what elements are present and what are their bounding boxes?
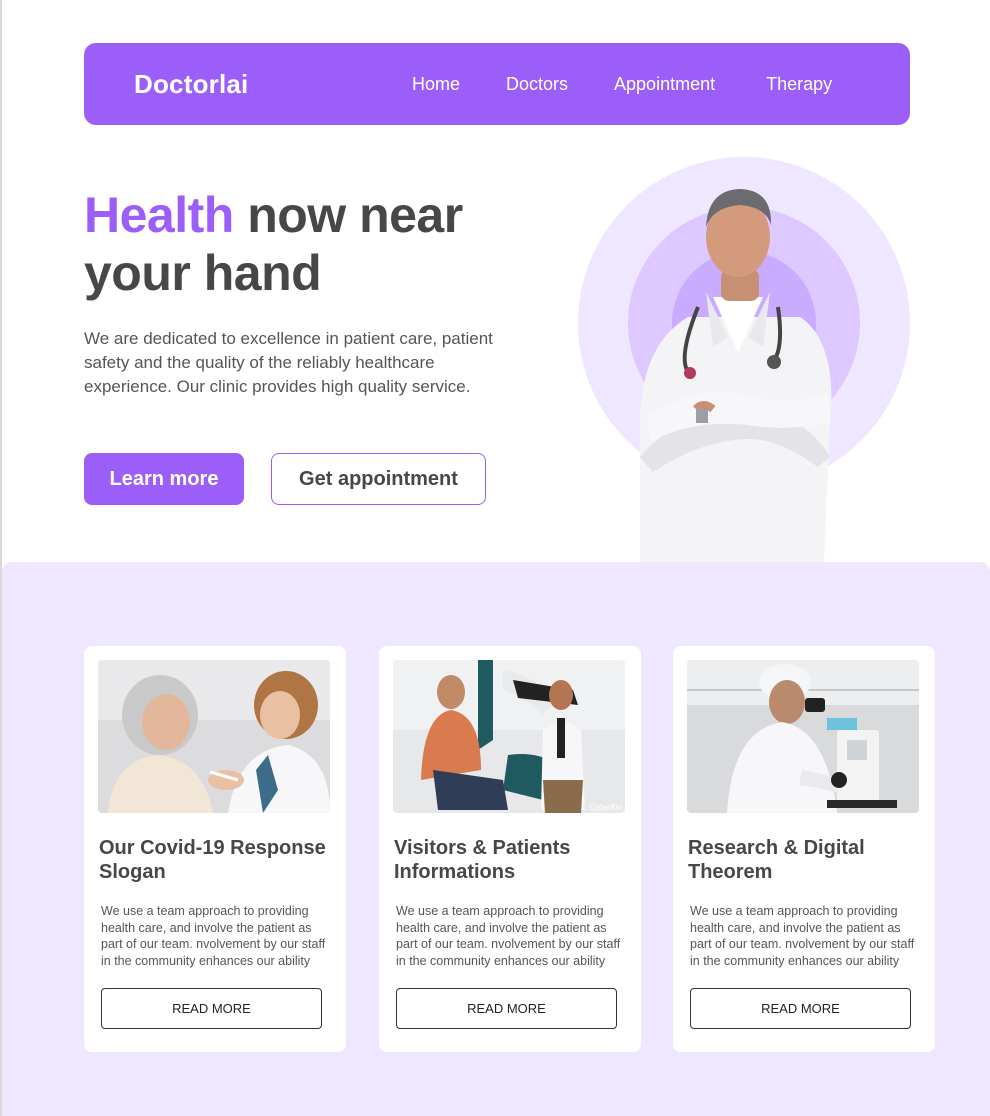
service-card-research: Research & Digital Theorem We use a team… <box>673 646 935 1052</box>
service-card-covid: Our Covid-19 Response Slogan We use a te… <box>84 646 346 1052</box>
nav-link-doctors[interactable]: Doctors <box>506 74 568 95</box>
image-watermark: CyberKni <box>589 803 622 812</box>
top-navbar: Doctorlai Home Doctors Appointment Thera… <box>84 43 910 125</box>
learn-more-button[interactable]: Learn more <box>84 453 244 505</box>
hero-title: Health now near your hand <box>84 186 554 302</box>
service-card-visitors: CyberKni Visitors & Patients Information… <box>379 646 641 1052</box>
card-description: We use a team approach to providing heal… <box>690 904 915 968</box>
card-description: We use a team approach to providing heal… <box>396 904 621 968</box>
doctor-portrait-icon <box>578 157 910 562</box>
nav-link-therapy[interactable]: Therapy <box>766 74 832 95</box>
hero-title-accent: Health <box>84 187 234 243</box>
get-appointment-button[interactable]: Get appointment <box>271 453 486 505</box>
microscope-research-photo-icon <box>687 660 919 813</box>
card-title: Our Covid-19 Response Slogan <box>99 837 326 883</box>
read-more-button[interactable]: READ MORE <box>690 988 911 1029</box>
nav-link-home[interactable]: Home <box>412 74 460 95</box>
nav-links: Home Doctors Appointment Therapy <box>412 74 832 95</box>
card-title: Visitors & Patients Informations <box>394 837 571 883</box>
nav-link-appointment[interactable]: Appointment <box>614 74 715 95</box>
vaccination-photo-icon <box>98 660 330 813</box>
read-more-button[interactable]: READ MORE <box>396 988 617 1029</box>
card-description: We use a team approach to providing heal… <box>101 904 326 968</box>
read-more-button[interactable]: READ MORE <box>101 988 322 1029</box>
card-title: Research & Digital Theorem <box>688 837 865 883</box>
hero-description: We are dedicated to excellence in patien… <box>84 329 493 396</box>
patient-consultation-photo-icon: CyberKni <box>393 660 625 813</box>
brand-logo[interactable]: Doctorlai <box>134 69 248 100</box>
